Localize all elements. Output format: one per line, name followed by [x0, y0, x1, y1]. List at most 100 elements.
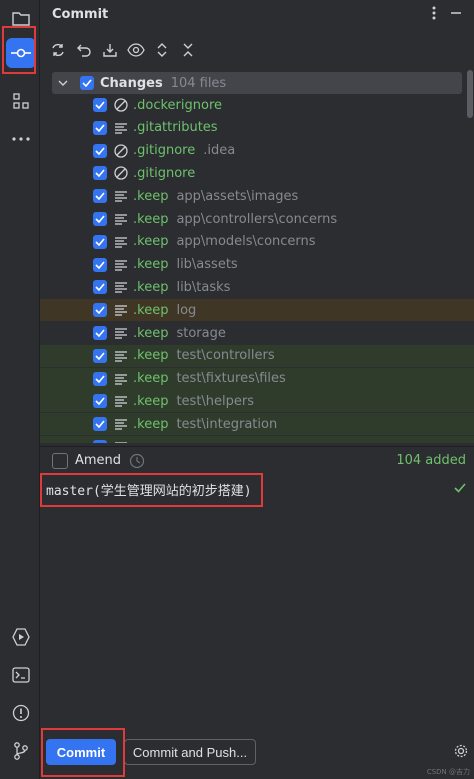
amend-bar: Amend 104 added [40, 446, 474, 474]
file-checkbox[interactable] [93, 348, 107, 363]
file-checkbox[interactable] [93, 417, 107, 432]
eye-icon[interactable] [126, 40, 146, 60]
file-checkbox[interactable] [93, 189, 107, 204]
file-row[interactable]: .dockerignore [40, 94, 474, 116]
changes-checkbox[interactable] [80, 76, 94, 90]
history-icon[interactable] [129, 453, 145, 473]
file-name: .keep [133, 416, 169, 432]
file-checkbox[interactable] [93, 440, 107, 443]
file-name: .keep [133, 188, 169, 204]
file-row[interactable]: .gitattributes [40, 117, 474, 139]
file-checkbox[interactable] [93, 257, 107, 272]
expand-all-icon[interactable] [152, 40, 172, 60]
text-file-icon [113, 371, 129, 387]
file-name: .keep [133, 257, 169, 273]
file-path: lib\assets [176, 257, 238, 273]
refresh-icon[interactable] [48, 40, 68, 60]
file-row[interactable]: .keep lib\tasks [40, 276, 474, 298]
file-row[interactable]: .keep app\models\concerns [40, 231, 474, 253]
file-name: .keep [133, 325, 169, 341]
git-branch-icon[interactable] [6, 736, 36, 766]
rollback-icon[interactable] [74, 40, 94, 60]
file-name: .keep [133, 234, 169, 250]
annotation-box-commit [41, 728, 125, 777]
text-file-icon [113, 302, 129, 318]
file-row[interactable]: .keep app\assets\images [40, 185, 474, 207]
file-row[interactable]: .keep test\controllers [40, 344, 474, 367]
panel-title: Commit [52, 7, 109, 22]
file-checkbox[interactable] [93, 371, 107, 386]
file-checkbox[interactable] [93, 303, 107, 318]
services-icon[interactable] [6, 622, 36, 652]
options-icon[interactable] [432, 5, 436, 25]
checkmark-icon [454, 482, 466, 497]
ignore-icon [113, 165, 129, 181]
scroll-thumb[interactable] [467, 70, 473, 118]
file-row[interactable]: .gitignore [40, 162, 474, 184]
structure-icon[interactable] [6, 86, 36, 116]
file-name: .keep [133, 348, 169, 364]
file-path: log [176, 302, 197, 318]
commit-and-push-button[interactable]: Commit and Push... [124, 739, 256, 765]
ignore-icon [113, 97, 129, 113]
file-row[interactable]: .keep log [40, 299, 474, 322]
file-checkbox[interactable] [93, 143, 107, 158]
file-path: test\fixtures\files [176, 371, 286, 387]
text-file-icon [113, 393, 129, 409]
file-checkbox[interactable] [93, 280, 107, 295]
file-name: .keep [133, 371, 169, 387]
file-path: storage [176, 325, 226, 341]
file-checkbox[interactable] [93, 98, 107, 112]
file-path: lib\tasks [176, 279, 231, 295]
gear-icon[interactable] [454, 744, 468, 762]
update-icon[interactable] [100, 40, 120, 60]
more-icon[interactable] [6, 124, 36, 154]
text-file-icon [113, 325, 129, 341]
changes-toolbar [48, 36, 198, 64]
file-checkbox[interactable] [93, 326, 107, 340]
text-file-icon [113, 211, 129, 227]
file-checkbox[interactable] [93, 120, 107, 135]
added-count: 104 added [396, 453, 466, 468]
file-row[interactable]: .keep test\fixtures\files [40, 367, 474, 390]
amend-checkbox[interactable] [52, 453, 68, 469]
annotation-box-message [40, 473, 263, 507]
amend-label[interactable]: Amend [75, 453, 121, 468]
problems-icon[interactable] [6, 698, 36, 728]
file-checkbox[interactable] [93, 212, 107, 226]
text-file-icon [113, 279, 129, 295]
file-row[interactable]: .keep lib\assets [40, 254, 474, 276]
annotation-box-commit-tool [2, 26, 36, 74]
file-name: .keep [133, 279, 169, 295]
file-checkbox[interactable] [93, 234, 107, 249]
tree-scrollbar[interactable] [466, 70, 474, 443]
file-row[interactable] [40, 436, 474, 443]
file-path: app\controllers\concerns [176, 211, 338, 227]
file-checkbox[interactable] [93, 394, 107, 409]
file-row[interactable]: .keep test\integration [40, 413, 474, 436]
file-row[interactable]: .gitignore .idea [40, 140, 474, 162]
text-file-icon [113, 439, 129, 443]
panel-titlebar: Commit [40, 0, 474, 30]
file-row[interactable]: .keep storage [40, 322, 474, 344]
chevron-down-icon[interactable] [58, 76, 70, 91]
terminal-icon[interactable] [6, 660, 36, 690]
tool-window-rail [0, 0, 40, 779]
ignore-icon [113, 143, 129, 159]
file-row[interactable]: .keep app\controllers\concerns [40, 208, 474, 230]
file-row[interactable]: .keep test\helpers [40, 390, 474, 413]
changes-group-row[interactable]: Changes 104 files [52, 72, 462, 94]
text-file-icon [113, 348, 129, 364]
commit-message-area[interactable]: master(学生管理网站的初步搭建) [40, 476, 474, 726]
file-name: .keep [133, 211, 169, 227]
changes-tree: Changes 104 files .dockerignore .gitattri… [40, 70, 474, 443]
file-name: .gitignore [133, 143, 196, 159]
changes-count: 104 files [170, 75, 227, 91]
commit-panel: Commit Changes 104 files .dockerignore .… [40, 0, 474, 779]
text-file-icon [113, 120, 129, 136]
text-file-icon [113, 257, 129, 273]
hide-icon[interactable] [450, 5, 462, 25]
file-checkbox[interactable] [93, 166, 107, 181]
watermark: CSDN @吉力 [426, 768, 470, 776]
collapse-all-icon[interactable] [178, 40, 198, 60]
